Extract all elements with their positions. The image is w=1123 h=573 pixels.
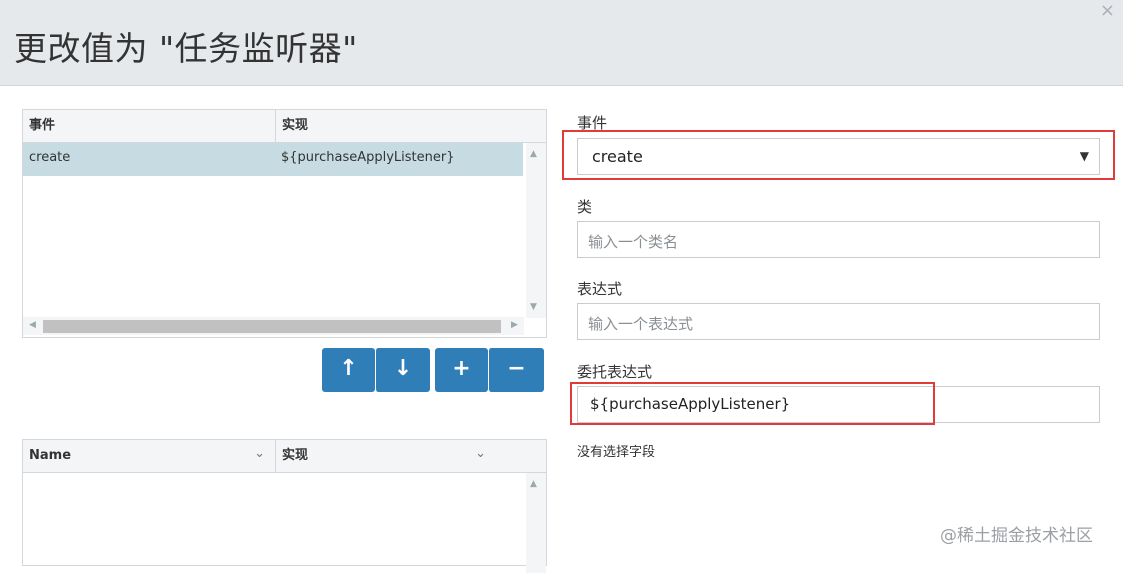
highlight-box: [562, 130, 1115, 180]
class-placeholder: 输入一个类名: [588, 233, 679, 251]
expression-input[interactable]: 输入一个表达式: [577, 303, 1100, 340]
scroll-right-icon[interactable]: ▶: [511, 320, 518, 330]
move-down-button[interactable]: ↓: [375, 348, 430, 392]
scroll-up-icon[interactable]: ▲: [530, 149, 537, 159]
vertical-scrollbar[interactable]: ▲: [526, 473, 546, 573]
row-implementation-cell: ${purchaseApplyListener}: [281, 150, 455, 165]
class-input[interactable]: 输入一个类名: [577, 221, 1100, 258]
vertical-scrollbar[interactable]: ▲ ▼: [526, 143, 546, 318]
scroll-left-icon[interactable]: ◀: [29, 320, 36, 330]
scroll-down-icon[interactable]: ▼: [530, 302, 537, 312]
column-header-implementation[interactable]: 实现 ⌄: [275, 440, 546, 472]
column-header-implementation-label: 实现: [282, 448, 309, 463]
table-row[interactable]: create ${purchaseApplyListener}: [23, 143, 523, 176]
column-header-name[interactable]: Name ⌄: [23, 440, 275, 472]
fields-table: Name ⌄ 实现 ⌄ ▲: [22, 439, 547, 573]
scroll-up-icon[interactable]: ▲: [530, 479, 537, 489]
listeners-table: 事件 实现 create ${purchaseApplyListener} ▲ …: [22, 109, 547, 338]
dialog-title: 更改值为 "任务监听器": [14, 29, 358, 68]
listeners-table-header: 事件 实现: [23, 110, 546, 143]
no-field-selected-text: 没有选择字段: [577, 445, 656, 460]
fields-table-header: Name ⌄ 实现 ⌄: [23, 440, 546, 473]
close-icon[interactable]: ×: [1100, 0, 1115, 21]
delegate-expression-label: 委托表达式: [577, 363, 653, 381]
sort-chevron-icon[interactable]: ⌄: [254, 438, 265, 470]
class-label: 类: [577, 198, 593, 216]
move-up-button[interactable]: ↑: [322, 348, 375, 392]
watermark: @稀土掘金技术社区: [940, 526, 1093, 546]
remove-button[interactable]: −: [488, 348, 544, 392]
column-header-name-label: Name: [29, 448, 72, 463]
dialog-header: 更改值为 "任务监听器" ×: [0, 0, 1123, 86]
scroll-thumb[interactable]: [43, 320, 501, 333]
column-header-implementation[interactable]: 实现: [275, 110, 546, 142]
column-header-event[interactable]: 事件: [23, 110, 275, 142]
expression-placeholder: 输入一个表达式: [588, 315, 694, 333]
expression-label: 表达式: [577, 280, 623, 298]
row-event-cell: create: [29, 150, 71, 165]
highlight-box: [570, 382, 935, 425]
add-button[interactable]: +: [435, 348, 488, 392]
sort-chevron-icon[interactable]: ⌄: [475, 438, 486, 470]
horizontal-scrollbar[interactable]: ◀ ▶: [23, 317, 524, 335]
